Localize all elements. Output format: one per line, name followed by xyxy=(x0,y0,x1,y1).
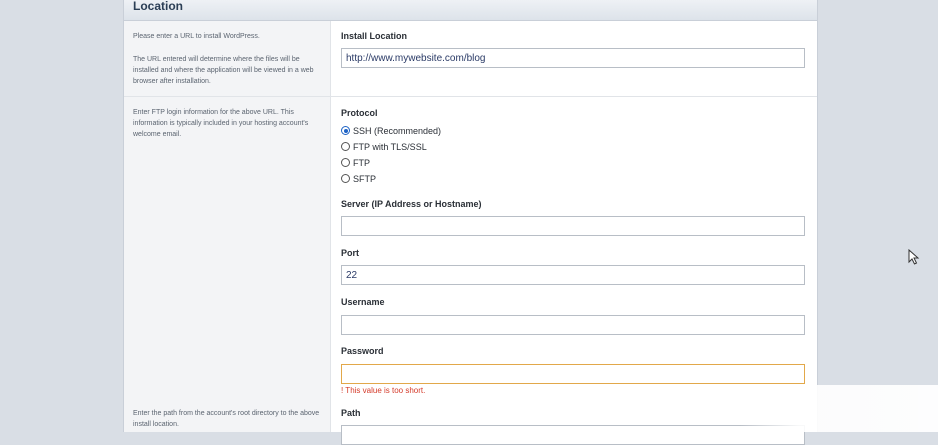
install-panel: Location Please enter a URL to install W… xyxy=(123,0,818,445)
protocol-option-label: SFTP xyxy=(353,173,377,184)
radio-ftp-tls[interactable] xyxy=(341,142,350,151)
install-location-input[interactable] xyxy=(341,48,805,68)
protocol-option-ssh[interactable]: SSH (Recommended) xyxy=(341,124,441,137)
panel-title: Location xyxy=(133,0,183,13)
protocol-option-label: FTP with TLS/SSL xyxy=(353,141,427,152)
port-input[interactable] xyxy=(341,265,805,285)
protocol-label: Protocol xyxy=(341,108,378,118)
port-label: Port xyxy=(341,248,359,258)
location-help-2: The URL entered will determine where the… xyxy=(133,56,314,85)
path-help: Enter the path from the account's root d… xyxy=(133,410,320,428)
section-divider xyxy=(124,96,817,97)
radio-ssh[interactable] xyxy=(341,126,350,135)
password-input[interactable] xyxy=(341,364,805,384)
username-input[interactable] xyxy=(341,315,805,335)
mouse-pointer-icon xyxy=(908,249,920,265)
radio-ftp[interactable] xyxy=(341,158,350,167)
install-location-label: Install Location xyxy=(341,31,408,41)
protocol-option-ftp[interactable]: FTP xyxy=(341,156,370,169)
path-input[interactable] xyxy=(341,425,805,445)
server-input[interactable] xyxy=(341,216,805,236)
protocol-option-label: FTP xyxy=(353,157,370,168)
location-help-1: Please enter a URL to install WordPress. xyxy=(133,33,260,40)
password-label: Password xyxy=(341,346,384,356)
protocol-option-ftp-tls[interactable]: FTP with TLS/SSL xyxy=(341,140,427,153)
path-label: Path xyxy=(341,408,361,418)
protocol-option-sftp[interactable]: SFTP xyxy=(341,172,376,185)
password-error-message: ! This value is too short. xyxy=(341,386,426,395)
radio-sftp[interactable] xyxy=(341,174,350,183)
username-label: Username xyxy=(341,297,385,307)
protocol-option-label: SSH (Recommended) xyxy=(353,125,442,136)
panel-header: Location xyxy=(124,0,817,21)
screen-glare xyxy=(740,385,938,432)
ftp-help: Enter FTP login information for the abov… xyxy=(133,109,309,138)
server-label: Server (IP Address or Hostname) xyxy=(341,199,482,209)
